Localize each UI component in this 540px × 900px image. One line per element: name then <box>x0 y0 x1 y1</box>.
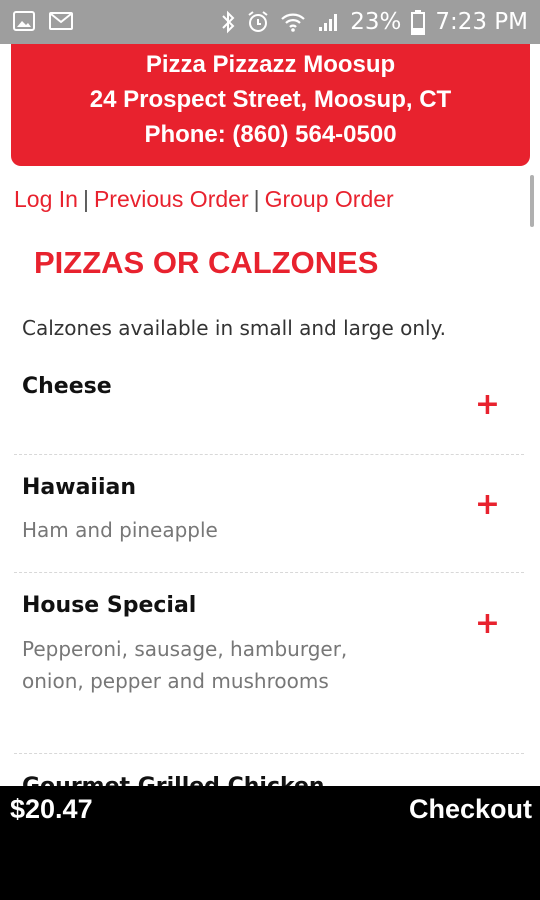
item-name: House Special <box>22 593 197 618</box>
battery-icon <box>411 9 426 35</box>
item-description: Ham and pineapple <box>22 518 218 542</box>
previous-order-link[interactable]: Previous Order <box>94 186 249 212</box>
cart-bar: $20.47 Checkout <box>0 786 540 900</box>
alarm-icon <box>246 10 270 34</box>
add-item-button[interactable]: + <box>475 390 500 420</box>
status-bar: 23% 7:23 PM <box>0 0 540 44</box>
item-divider <box>14 753 524 754</box>
restaurant-name: Pizza Pizzazz Moosup <box>145 51 396 78</box>
gallery-icon <box>12 9 36 33</box>
login-link[interactable]: Log In <box>14 186 78 212</box>
clock: 7:23 PM <box>435 9 528 35</box>
section-note: Calzones available in small and large on… <box>22 316 446 340</box>
restaurant-address: 24 Prospect Street, Moosup, CT <box>89 86 452 113</box>
add-item-button[interactable]: + <box>475 490 500 520</box>
signal-icon <box>316 10 340 34</box>
gmail-icon <box>48 9 74 33</box>
item-description: Pepperoni, sausage, hamburger, onion, pe… <box>22 637 348 693</box>
item-name: Cheese <box>22 374 112 399</box>
menu-item-hawaiian[interactable]: Hawaiian Ham and pineapple + <box>14 472 524 572</box>
section-title: PIZZAS OR CALZONES <box>34 245 379 280</box>
add-item-button[interactable]: + <box>475 609 500 639</box>
link-separator: | <box>253 186 260 212</box>
menu-item-gourmet-grilled-chicken[interactable]: Gourmet Grilled Chicken <box>14 772 524 799</box>
wifi-icon <box>280 10 306 34</box>
bluetooth-icon <box>220 9 236 35</box>
restaurant-header: Pizza Pizzazz Moosup 24 Prospect Street,… <box>11 44 530 166</box>
scrollbar[interactable] <box>530 175 534 227</box>
group-order-link[interactable]: Group Order <box>265 186 394 212</box>
menu-item-house-special[interactable]: House Special Pepperoni, sausage, hambur… <box>14 591 524 753</box>
link-separator: | <box>82 186 89 212</box>
cart-total: $20.47 <box>10 794 93 824</box>
checkout-button[interactable]: Checkout <box>409 794 532 825</box>
account-links: Log In | Previous Order | Group Order <box>14 186 394 213</box>
battery-percent: 23% <box>350 9 402 35</box>
item-name: Hawaiian <box>22 475 137 500</box>
menu-item-cheese[interactable]: Cheese + <box>14 372 524 454</box>
item-divider <box>14 572 524 573</box>
restaurant-phone: Phone: (860) 564-0500 <box>144 121 397 148</box>
item-divider <box>14 454 524 455</box>
